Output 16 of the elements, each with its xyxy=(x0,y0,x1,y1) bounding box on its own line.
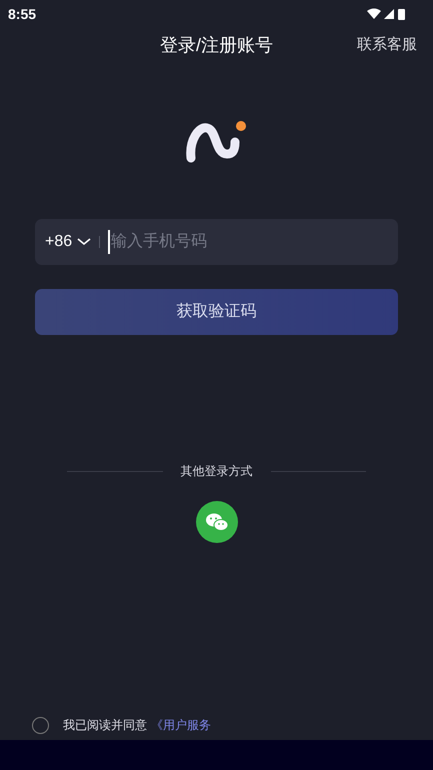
chevron-down-icon[interactable] xyxy=(77,238,92,246)
phone-input-field[interactable]: +86 输入手机号码 xyxy=(35,219,398,265)
page-title: 登录/注册账号 xyxy=(160,34,273,56)
contact-support-link[interactable]: 联系客服 xyxy=(357,34,417,56)
country-code[interactable]: +86 xyxy=(45,230,72,254)
chat-bubbles-icon xyxy=(204,512,228,532)
phone-input[interactable]: 输入手机号码 xyxy=(108,230,388,254)
logo-icon xyxy=(184,120,248,164)
agreement-text: 我已阅读并同意 xyxy=(63,717,147,734)
agreement-checkbox[interactable] xyxy=(32,716,49,734)
wechat-login-button[interactable] xyxy=(196,501,238,543)
user-agreement-link[interactable]: 《用户服务 xyxy=(151,716,211,734)
status-icons xyxy=(367,7,407,21)
other-login-label: 其他登录方式 xyxy=(180,463,252,480)
status-time: 8:55 xyxy=(8,4,36,24)
get-code-button[interactable]: 获取验证码 xyxy=(35,289,398,335)
